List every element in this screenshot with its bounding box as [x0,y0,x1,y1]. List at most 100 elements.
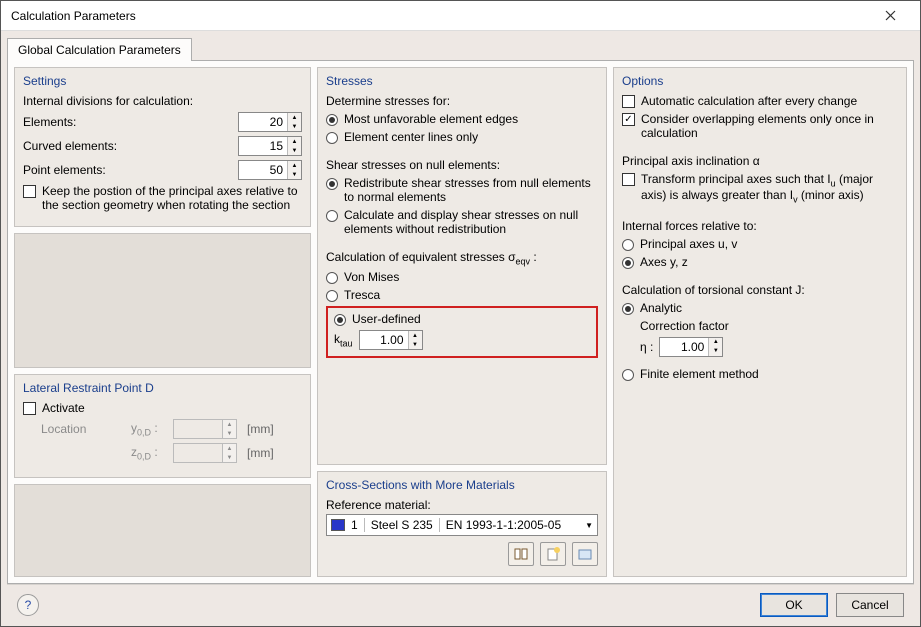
window-title: Calculation Parameters [11,9,870,23]
close-button[interactable] [870,2,910,30]
help-icon: ? [25,598,32,612]
divisions-label: Internal divisions for calculation: [23,94,302,108]
radio-noredist[interactable]: Calculate and display shear stresses on … [326,208,598,236]
radio-icon [326,290,338,302]
material-select[interactable]: 1 Steel S 235 EN 1993-1-1:2005-05 ▼ [326,514,598,536]
radio-fem[interactable]: Finite element method [622,367,898,381]
determine-label: Determine stresses for: [326,94,598,108]
titlebar: Calculation Parameters [1,1,920,31]
location-label: Location [41,422,125,436]
radio-redist[interactable]: Redistribute shear stresses from null el… [326,176,598,204]
edit-icon [578,547,592,561]
curved-spinner[interactable]: ▲▼ [238,136,302,156]
ktau-spinner[interactable]: ▲▼ [359,330,423,350]
chevron-down-icon: ▼ [585,521,593,530]
radio-tresca[interactable]: Tresca [326,288,598,302]
tab-global-parameters[interactable]: Global Calculation Parameters [7,38,192,61]
equiv-label: Calculation of equivalent stresses σeqv … [326,250,598,266]
transform-label: Transform principal axes such that Iu (m… [641,172,898,205]
radio-uv-label: Principal axes u, v [640,237,737,251]
group-title-options: Options [622,74,898,88]
radio-tresca-label: Tresca [344,288,380,302]
radio-icon [326,272,338,284]
point-input[interactable] [239,161,287,179]
group-title-stresses: Stresses [326,74,598,88]
activate-label: Activate [42,401,85,415]
ktau-label: ktau [334,332,353,348]
radio-yz[interactable]: Axes y, z [622,255,898,269]
group-stresses: Stresses Determine stresses for: Most un… [317,67,607,465]
correction-factor-label: Correction factor [640,319,898,333]
point-label: Point elements: [23,163,232,177]
radio-vonmises[interactable]: Von Mises [326,270,598,284]
new-material-button[interactable] [540,542,566,566]
eta-input[interactable] [660,338,708,356]
user-defined-highlight: User-defined ktau ▲▼ [326,306,598,358]
radio-icon [326,178,338,190]
library-button[interactable] [508,542,534,566]
eta-label: η : [640,340,653,354]
help-button[interactable]: ? [17,594,39,616]
new-icon [546,547,560,561]
z0d-unit: [mm] [247,446,277,460]
auto-calc-label: Automatic calculation after every change [641,94,857,108]
eta-spinner[interactable]: ▲▼ [659,337,723,357]
group-title-cross: Cross-Sections with More Materials [326,478,598,492]
ktau-input[interactable] [360,331,408,349]
keep-axes-checkbox[interactable]: Keep the postion of the principal axes r… [23,184,302,212]
overlap-label: Consider overlapping elements only once … [641,112,898,140]
spin-down-icon[interactable]: ▼ [288,146,301,155]
spin-up-icon: ▲ [223,420,236,429]
point-spinner[interactable]: ▲▼ [238,160,302,180]
radio-fem-label: Finite element method [640,367,759,381]
group-options: Options Automatic calculation after ever… [613,67,907,577]
elements-label: Elements: [23,115,232,129]
radio-icon [622,257,634,269]
elements-input[interactable] [239,113,287,131]
spin-down-icon[interactable]: ▼ [288,170,301,179]
radio-uv[interactable]: Principal axes u, v [622,237,898,251]
ok-button[interactable]: OK [760,593,828,617]
spin-down-icon[interactable]: ▼ [409,340,422,349]
group-title-settings: Settings [23,74,302,88]
book-icon [514,548,528,560]
spin-up-icon[interactable]: ▲ [288,113,301,122]
checkbox-icon [23,185,36,198]
radio-edges[interactable]: Most unfavorable element edges [326,112,598,126]
spin-up-icon[interactable]: ▲ [709,338,722,347]
spin-up-icon[interactable]: ▲ [409,331,422,340]
spin-down-icon[interactable]: ▼ [288,122,301,131]
auto-calc-checkbox[interactable]: Automatic calculation after every change [622,94,898,108]
curved-input[interactable] [239,137,287,155]
spin-down-icon: ▼ [223,429,236,438]
spin-up-icon[interactable]: ▲ [288,161,301,170]
radio-center[interactable]: Element center lines only [326,130,598,144]
group-cross-sections: Cross-Sections with More Materials Refer… [317,471,607,577]
cancel-button[interactable]: Cancel [836,593,904,617]
tab-body: Settings Internal divisions for calculat… [7,60,914,584]
transform-checkbox[interactable]: Transform principal axes such that Iu (m… [622,172,898,205]
overlap-checkbox[interactable]: ✓Consider overlapping elements only once… [622,112,898,140]
z0d-label: z0,D : [131,445,167,461]
y0d-input [174,420,222,438]
close-icon [885,10,896,21]
radio-icon [622,239,634,251]
edit-material-button[interactable] [572,542,598,566]
z0d-input [174,444,222,462]
radio-analytic[interactable]: Analytic [622,301,898,315]
material-number: 1 [351,518,358,532]
activate-checkbox[interactable]: Activate [23,401,302,415]
radio-userdefined[interactable]: User-defined [334,312,590,326]
radio-vonmises-label: Von Mises [344,270,399,284]
footer: ? OK Cancel [7,584,914,624]
spin-up-icon[interactable]: ▲ [288,137,301,146]
torsional-title: Calculation of torsional constant J: [622,283,898,297]
group-lateral: Lateral Restraint Point D Activate Locat… [14,374,311,478]
material-swatch-icon [331,519,345,531]
y0d-spinner: ▲▼ [173,419,237,439]
checkbox-icon [23,402,36,415]
principal-axis-title: Principal axis inclination α [622,154,898,168]
radio-userdefined-label: User-defined [352,312,421,326]
elements-spinner[interactable]: ▲▼ [238,112,302,132]
spin-down-icon[interactable]: ▼ [709,347,722,356]
